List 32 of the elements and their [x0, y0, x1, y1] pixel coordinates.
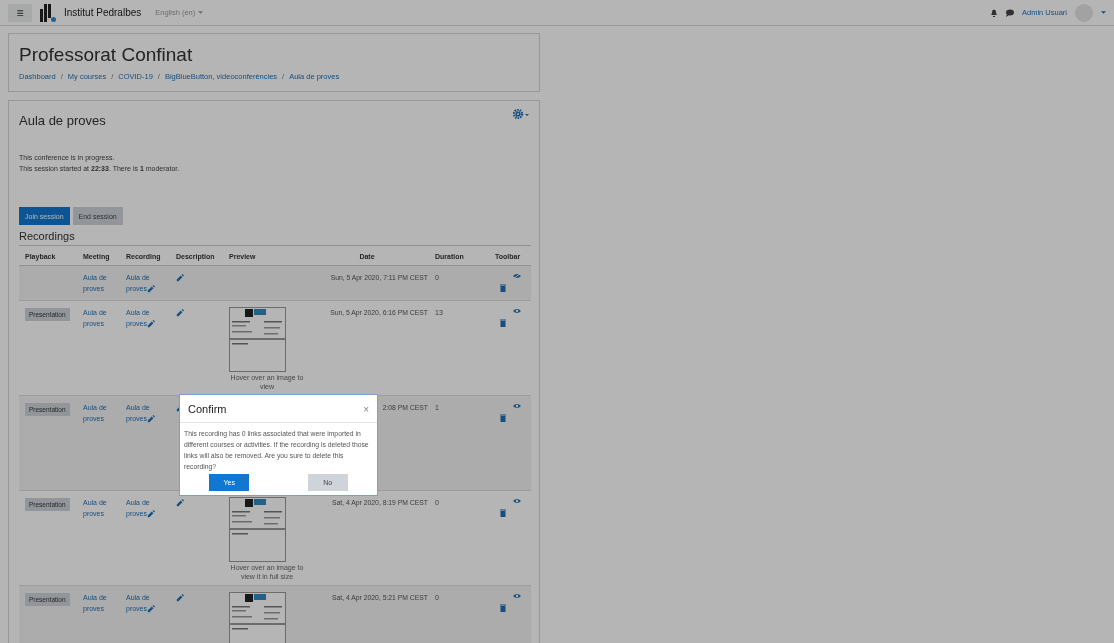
section-title: Recordings — [19, 230, 76, 242]
trash-icon[interactable] — [499, 414, 507, 422]
dialog-title: Confirm — [188, 403, 227, 415]
caret-icon[interactable] — [1101, 11, 1106, 14]
eye-icon[interactable] — [513, 402, 521, 410]
pencil-icon[interactable] — [176, 594, 184, 603]
bell-icon[interactable] — [990, 8, 998, 17]
pencil-icon[interactable] — [147, 415, 155, 424]
site-name[interactable]: Institut Pedralbes — [64, 7, 142, 18]
pencil-icon[interactable] — [147, 605, 155, 614]
pencil-icon[interactable] — [176, 309, 184, 318]
eye-slash-icon[interactable] — [513, 272, 521, 280]
pencil-icon[interactable] — [147, 285, 155, 294]
activity-title: Aula de proves — [19, 113, 106, 128]
close-button[interactable]: × — [363, 403, 369, 415]
trash-icon[interactable] — [499, 319, 507, 327]
eye-icon[interactable] — [513, 497, 521, 505]
pencil-icon[interactable] — [147, 510, 155, 519]
logo-icon — [40, 3, 56, 22]
trash-icon[interactable] — [499, 509, 507, 517]
chat-icon[interactable] — [1006, 8, 1014, 17]
trash-icon[interactable] — [499, 284, 507, 292]
pencil-icon[interactable] — [176, 274, 184, 283]
caret-icon — [198, 11, 204, 14]
pencil-icon[interactable] — [176, 499, 184, 508]
page-title: Professorat Confinat — [19, 44, 194, 66]
menu-button[interactable]: ≡ — [8, 3, 32, 22]
eye-icon[interactable] — [513, 592, 521, 600]
eye-icon[interactable] — [513, 307, 521, 315]
pencil-icon[interactable] — [147, 320, 155, 329]
trash-icon[interactable] — [499, 604, 507, 612]
settings-icon[interactable] — [513, 109, 531, 119]
